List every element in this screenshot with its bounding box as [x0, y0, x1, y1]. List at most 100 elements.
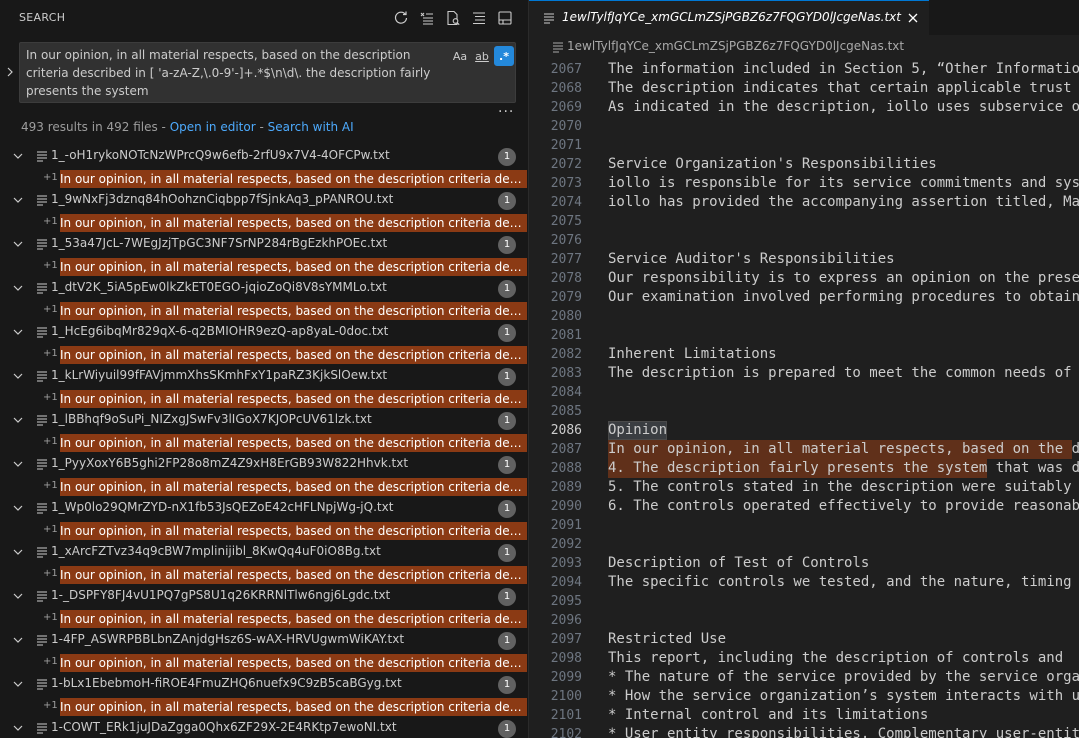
- match-case-toggle[interactable]: Aa: [450, 46, 470, 66]
- chevron-down-icon[interactable]: [12, 414, 24, 426]
- line-text[interactable]: iollo is responsible for its service com…: [608, 174, 1079, 193]
- line-text[interactable]: Service Organization's Responsibilities: [608, 155, 937, 174]
- code-line[interactable]: 2096: [529, 611, 1079, 630]
- code-editor[interactable]: 2067 The information included in Section …: [529, 60, 1079, 738]
- result-file-name[interactable]: 1-4FP_ASWRPBBLbnZAnjdgHsz6S-wAX-HRVUgwmW…: [51, 632, 404, 646]
- line-text[interactable]: Our responsibility is to express an opin…: [608, 269, 1079, 288]
- result-file-name[interactable]: 1_Wp0lo29QMrZYD-nX1fb53JsQEZoE42cHFLNpjW…: [51, 500, 393, 514]
- result-file-name[interactable]: 1-bLx1EbebmoH-fiROE4FmuZHQ6nuefx9C9zB5ca…: [51, 676, 402, 690]
- result-file-row[interactable]: 1_-oH1rykoNOTcNzWPrcQ9w6efb-2rfU9x7V4-4O…: [0, 146, 528, 168]
- code-line[interactable]: 2095: [529, 592, 1079, 611]
- result-file-name[interactable]: 1_HcEg6ibqMr829qX-6-q2BMIOHR9ezQ-ap8yaL-…: [51, 324, 388, 338]
- line-text[interactable]: 6. The controls operated effectively to …: [608, 497, 1079, 516]
- code-line[interactable]: 2097 Restricted Use: [529, 630, 1079, 649]
- result-file-name[interactable]: 1_9wNxFj3dznq84hOohznCiqbpp7fSjnkAq3_pPA…: [51, 192, 393, 206]
- code-line[interactable]: 2090 6. The controls operated effectively…: [529, 497, 1079, 516]
- editor-tab-label[interactable]: 1ewlTylfJqYCe_xmGCLmZSjPGBZ6z7FQGYD0lJcg…: [562, 10, 901, 24]
- line-text[interactable]: Opinion: [608, 421, 667, 440]
- result-match-row[interactable]: +1 In our opinion, in all material respec…: [0, 520, 528, 542]
- code-line[interactable]: 2098 This report, including the descripti…: [529, 649, 1079, 668]
- line-text[interactable]: The description indicates that certain a…: [608, 79, 1072, 98]
- result-match-row[interactable]: +1 In our opinion, in all material respec…: [0, 608, 528, 630]
- code-line[interactable]: 2075: [529, 212, 1079, 231]
- editor-tab-active[interactable]: 1ewlTylfJqYCe_xmGCLmZSjPGBZ6z7FQGYD0lJcg…: [529, 0, 929, 35]
- new-search-editor-icon[interactable]: [443, 8, 463, 28]
- code-line[interactable]: 2067 The information included in Section …: [529, 60, 1079, 79]
- code-line[interactable]: 2073 iollo is responsible for its service…: [529, 174, 1079, 193]
- search-query-text[interactable]: In our opinion, in all material respects…: [26, 46, 450, 100]
- result-file-name[interactable]: 1_kLrWiyuil99fFAVjmmXhsSKmhFxY1paRZ3KjkS…: [51, 368, 387, 382]
- code-line[interactable]: 2092: [529, 535, 1079, 554]
- code-line[interactable]: 2070: [529, 117, 1079, 136]
- chevron-down-icon[interactable]: [12, 546, 24, 558]
- line-text[interactable]: 4. The description fairly presents the s…: [608, 459, 1079, 478]
- code-line[interactable]: 2076: [529, 231, 1079, 250]
- chevron-down-icon[interactable]: [12, 634, 24, 646]
- chevron-down-icon[interactable]: [12, 194, 24, 206]
- result-match-row[interactable]: +1 In our opinion, in all material respec…: [0, 564, 528, 586]
- match-whole-word-toggle[interactable]: ab: [472, 46, 492, 66]
- chevron-down-icon[interactable]: [12, 590, 24, 602]
- result-file-name[interactable]: 1_-oH1rykoNOTcNzWPrcQ9w6efb-2rfU9x7V4-4O…: [51, 148, 390, 162]
- result-match-row[interactable]: +1 In our opinion, in all material respec…: [0, 256, 528, 278]
- code-line[interactable]: 2100 * How the service organization’s sys…: [529, 687, 1079, 706]
- close-icon[interactable]: [906, 11, 920, 25]
- result-file-name[interactable]: 1_dtV2K_5iA5pEw0lkZkET0EGO-jqioZoQi8V8sY…: [51, 280, 387, 294]
- result-file-row[interactable]: 1_xArcFZTvz34q9cBW7mplinijibl_8KwQq4uF0i…: [0, 542, 528, 564]
- code-line[interactable]: 2081: [529, 326, 1079, 345]
- result-match-row[interactable]: +1 In our opinion, in all material respec…: [0, 300, 528, 322]
- code-line[interactable]: 2072 Service Organization's Responsibilit…: [529, 155, 1079, 174]
- chevron-down-icon[interactable]: [12, 722, 24, 734]
- result-file-row[interactable]: 1_PyyXoxY6B5ghi2FP28o8mZ4Z9xH8ErGB93W822…: [0, 454, 528, 476]
- result-file-row[interactable]: 1_HcEg6ibqMr829qX-6-q2BMIOHR9ezQ-ap8yaL-…: [0, 322, 528, 344]
- result-match-row[interactable]: +1 In our opinion, in all material respec…: [0, 476, 528, 498]
- toggle-replace-chevron-icon[interactable]: [3, 64, 17, 80]
- chevron-down-icon[interactable]: [12, 238, 24, 250]
- line-text[interactable]: Description of Test of Controls: [608, 554, 869, 573]
- result-match-row[interactable]: +1 In our opinion, in all material respec…: [0, 652, 528, 674]
- line-text[interactable]: iollo has provided the accompanying asse…: [608, 193, 1079, 212]
- code-line[interactable]: 2091: [529, 516, 1079, 535]
- result-file-name[interactable]: 1-_DSPFY8FJ4vU1PQ7gPS8U1q26KRRNlTlw6ngj6…: [51, 588, 390, 602]
- match-text[interactable]: In our opinion, in all material respects…: [60, 390, 527, 408]
- code-line[interactable]: 2086 Opinion: [529, 421, 1079, 440]
- match-text[interactable]: In our opinion, in all material respects…: [60, 346, 527, 364]
- match-text[interactable]: In our opinion, in all material respects…: [60, 170, 527, 188]
- breadcrumb-file[interactable]: 1ewlTylfJqYCe_xmGCLmZSjPGBZ6z7FQGYD0lJcg…: [567, 39, 904, 53]
- chevron-down-icon[interactable]: [12, 326, 24, 338]
- result-file-row[interactable]: 1_53a47JcL-7WEgJzjTpGC3NF7SrNP284rBgEzkh…: [0, 234, 528, 256]
- code-line[interactable]: 2068 The description indicates that certa…: [529, 79, 1079, 98]
- code-line[interactable]: 2080: [529, 307, 1079, 326]
- match-text[interactable]: In our opinion, in all material respects…: [60, 302, 527, 320]
- code-line[interactable]: 2074 iollo has provided the accompanying …: [529, 193, 1079, 212]
- line-text[interactable]: Restricted Use: [608, 630, 726, 649]
- result-file-row[interactable]: 1_dtV2K_5iA5pEw0lkZkET0EGO-jqioZoQi8V8sY…: [0, 278, 528, 300]
- use-regex-toggle[interactable]: .*: [494, 46, 514, 66]
- result-match-row[interactable]: +1 In our opinion, in all material respec…: [0, 432, 528, 454]
- code-line[interactable]: 2099 * The nature of the service provided…: [529, 668, 1079, 687]
- result-match-row[interactable]: +1 In our opinion, in all material respec…: [0, 696, 528, 718]
- code-line[interactable]: 2093 Description of Test of Controls: [529, 554, 1079, 573]
- code-line[interactable]: 2082 Inherent Limitations: [529, 345, 1079, 364]
- chevron-down-icon[interactable]: [12, 458, 24, 470]
- search-with-ai-link[interactable]: Search with AI: [268, 120, 354, 134]
- match-text[interactable]: In our opinion, in all material respects…: [60, 478, 527, 496]
- line-text[interactable]: Inherent Limitations: [608, 345, 777, 364]
- result-file-name[interactable]: 1_lBBhqf9oSuPi_NIZxgJSwFv3lIGoX7KJOPcUV6…: [51, 412, 372, 426]
- match-text[interactable]: In our opinion, in all material respects…: [60, 566, 527, 584]
- more-actions-icon[interactable]: ···: [498, 104, 514, 120]
- line-text[interactable]: 5. The controls stated in the descriptio…: [608, 478, 1072, 497]
- code-line[interactable]: 2078 Our responsibility is to express an …: [529, 269, 1079, 288]
- open-in-editor-link[interactable]: Open in editor: [170, 120, 256, 134]
- match-text[interactable]: In our opinion, in all material respects…: [60, 698, 527, 716]
- code-line[interactable]: 2079 Our examination involved performing …: [529, 288, 1079, 307]
- result-match-row[interactable]: +1 In our opinion, in all material respec…: [0, 388, 528, 410]
- code-line[interactable]: 2084: [529, 383, 1079, 402]
- result-file-row[interactable]: 1-4FP_ASWRPBBLbnZAnjdgHsz6S-wAX-HRVUgwmW…: [0, 630, 528, 652]
- result-file-name[interactable]: 1-COWT_ERk1juJDaZgga0Qhx6ZF29X-2E4RKtp7e…: [51, 720, 397, 734]
- code-line[interactable]: 2077 Service Auditor's Responsibilities: [529, 250, 1079, 269]
- line-text[interactable]: * How the service organization’s system …: [608, 687, 1079, 706]
- chevron-down-icon[interactable]: [12, 150, 24, 162]
- line-text[interactable]: * Internal control and its limitations: [608, 706, 928, 725]
- code-line[interactable]: 2088 4. The description fairly presents t…: [529, 459, 1079, 478]
